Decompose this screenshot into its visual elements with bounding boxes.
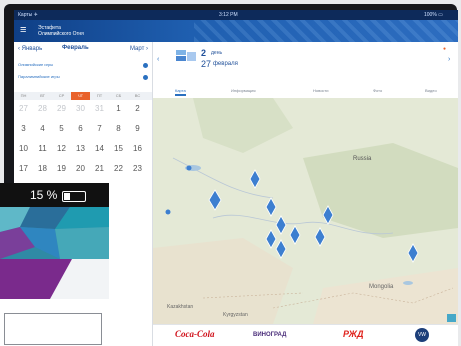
olympic-emblem-icon xyxy=(176,50,196,61)
calendar-day[interactable]: 2 xyxy=(128,100,147,117)
menu-icon[interactable]: ≡ xyxy=(20,24,32,36)
weekday-label: СР xyxy=(58,93,65,98)
prev-day-button[interactable]: ‹ xyxy=(157,56,159,63)
next-day-button[interactable]: › xyxy=(448,56,450,63)
phone-battery-text: 15 % xyxy=(30,188,58,202)
relay-map[interactable]: Russia Kazakhstan Mongolia Kyrgyzstan xyxy=(153,98,458,324)
calendar-day[interactable]: 3 xyxy=(14,120,33,137)
status-bar: Карты ✈ 3:12 PM 100% ▭ xyxy=(14,10,458,20)
calendar-day[interactable]: 17 xyxy=(14,160,33,177)
carrier-text: Карты ✈ xyxy=(18,12,38,18)
calendar-day[interactable]: 23 xyxy=(128,160,147,177)
app-title: Эстафета Олимпийского Огня xyxy=(38,25,148,37)
calendar-day[interactable]: 14 xyxy=(90,140,109,157)
calendar-day[interactable]: 10 xyxy=(14,140,33,157)
weekday-label: СБ xyxy=(115,93,122,98)
calendar-day[interactable]: 29 xyxy=(52,100,71,117)
prev-month-button[interactable]: ‹ Январь xyxy=(18,46,42,52)
sponsor-cocacola[interactable]: Coca-Cola xyxy=(175,329,215,339)
clock-text: 3:12 PM xyxy=(219,12,238,18)
weekday-label: ПТ xyxy=(96,93,103,98)
tab-news[interactable]: Новости xyxy=(313,88,328,93)
phone-pattern-banner xyxy=(0,207,109,259)
filter-paralympic[interactable]: Паралимпийские игры xyxy=(18,74,148,82)
toggle-icon[interactable] xyxy=(143,75,148,80)
next-month-button[interactable]: Март › xyxy=(130,46,148,52)
day-word: день xyxy=(211,50,223,56)
weekday-label: ВС xyxy=(134,93,141,98)
calendar-day[interactable]: 28 xyxy=(33,100,52,117)
battery-icon xyxy=(62,191,86,202)
calendar-day[interactable]: 4 xyxy=(33,120,52,137)
purple-shape xyxy=(0,259,109,299)
weekday-label: ВТ xyxy=(40,93,45,98)
tab-map[interactable]: Карта xyxy=(175,88,186,96)
calendar-day[interactable]: 18 xyxy=(33,160,52,177)
map-label-russia: Russia xyxy=(353,156,372,162)
calendar-day[interactable]: 19 xyxy=(52,160,71,177)
tab-video[interactable]: Видео xyxy=(425,88,437,93)
sponsor-rzd[interactable]: РЖД xyxy=(343,329,364,339)
phone-status-bar: 15 % xyxy=(0,183,109,207)
date-number: 27 xyxy=(201,59,212,69)
share-icon[interactable]: ● xyxy=(443,46,446,52)
day-header: ‹ 2 день 27 февраля › ● xyxy=(153,42,458,76)
phone-overlay: 15 % xyxy=(0,183,109,346)
calendar-day[interactable]: 31 xyxy=(90,100,109,117)
filter-olympic-label: Олимпийские игры xyxy=(18,62,54,67)
day-number: 2 xyxy=(201,48,207,58)
sponsor-winery[interactable]: ВИНОГРАД xyxy=(253,332,286,338)
calendar-day[interactable]: 12 xyxy=(52,140,71,157)
map-terrain xyxy=(153,98,458,324)
battery-text: 100% ▭ xyxy=(424,12,443,18)
tab-photo[interactable]: Фото xyxy=(373,88,382,93)
sponsor-bar: Coca-Cola ВИНОГРАД РЖД VW xyxy=(153,324,458,346)
tab-info[interactable]: Информация xyxy=(231,88,256,93)
calendar-day[interactable]: 11 xyxy=(33,140,52,157)
calendar-day[interactable]: 20 xyxy=(71,160,90,177)
filter-olympic[interactable]: Олимпийские игры xyxy=(18,62,148,70)
calendar-month: Февраль xyxy=(62,45,89,51)
calendar-day[interactable]: 6 xyxy=(71,120,90,137)
toggle-icon[interactable] xyxy=(143,63,148,68)
sponsor-vw[interactable]: VW xyxy=(415,328,429,342)
patchwork-pattern xyxy=(0,207,109,259)
calendar-day[interactable]: 7 xyxy=(90,120,109,137)
filter-paralympic-label: Паралимпийские игры xyxy=(18,74,60,79)
app-title-line2: Олимпийского Огня xyxy=(38,31,84,37)
main-panel: ‹ 2 день 27 февраля › ● Карта Информация… xyxy=(153,42,458,346)
map-label-mongolia: Mongolia xyxy=(369,284,394,290)
date-month: февраля xyxy=(213,61,238,67)
calendar-day[interactable]: 30 xyxy=(71,100,90,117)
app-bar: ≡ Эстафета Олимпийского Огня xyxy=(14,20,458,42)
calendar-day[interactable]: 9 xyxy=(128,120,147,137)
calendar-day[interactable]: 5 xyxy=(52,120,71,137)
appbar-pattern xyxy=(194,20,458,42)
tab-bar: Карта Информация Новости Фото Видео xyxy=(153,84,458,99)
calendar-day[interactable]: 27 xyxy=(14,100,33,117)
calendar-day[interactable]: 1 xyxy=(109,100,128,117)
phone-purple-band xyxy=(0,259,109,299)
calendar-day[interactable]: 21 xyxy=(90,160,109,177)
map-label-kazakhstan: Kazakhstan xyxy=(167,304,194,310)
calendar-day[interactable]: 16 xyxy=(128,140,147,157)
weekday-label: ПН xyxy=(20,93,27,98)
calendar-day[interactable]: 8 xyxy=(109,120,128,137)
calendar-day[interactable]: 13 xyxy=(71,140,90,157)
calendar-day[interactable]: 22 xyxy=(109,160,128,177)
map-label-kyrgyzstan: Kyrgyzstan xyxy=(223,312,248,318)
weekday-row: ПН ВТ СР ЧТ ПТ СБ ВС xyxy=(14,92,152,100)
phone-input-field[interactable] xyxy=(4,313,102,345)
weekday-label: ЧТ xyxy=(71,92,90,100)
calendar-day[interactable]: 15 xyxy=(109,140,128,157)
calendar-header: ‹ Январь Февраль Март › xyxy=(14,42,152,56)
